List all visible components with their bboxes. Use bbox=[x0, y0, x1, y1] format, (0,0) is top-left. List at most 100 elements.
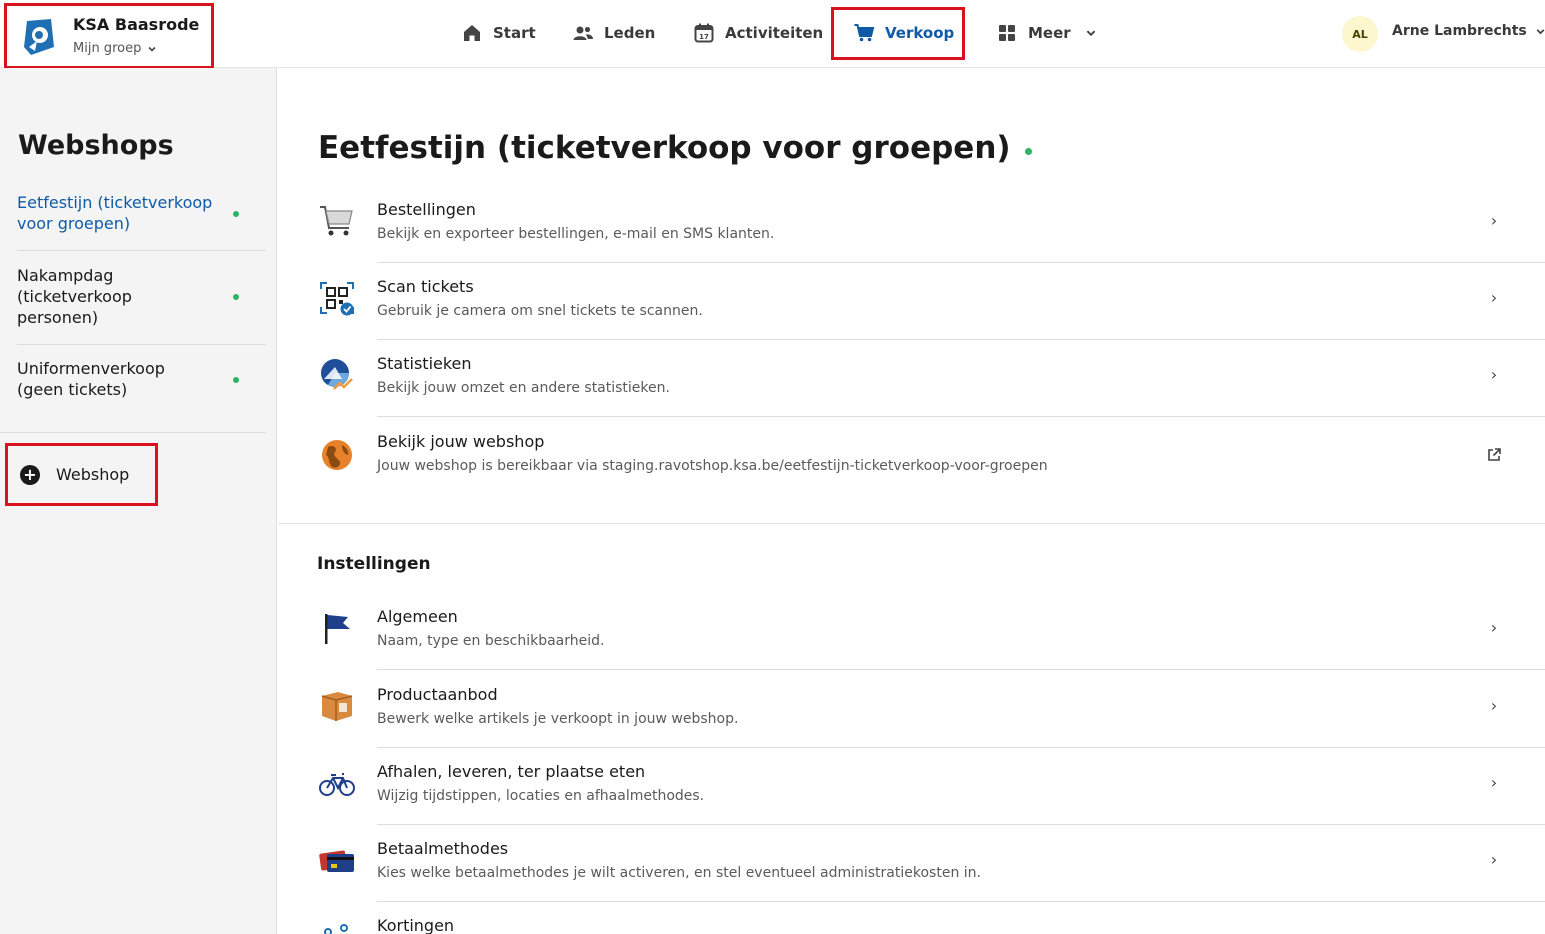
sidebar-item-label: Uniformenverkoop (geen tickets) bbox=[17, 359, 165, 399]
sidebar-item-uniformenverkoop[interactable]: Uniformenverkoop (geen tickets) bbox=[17, 358, 266, 400]
org-switcher[interactable]: KSA Baasrode Mijn groep bbox=[4, 3, 214, 69]
sidebar: Webshops Eetfestijn (ticketverkoop voor … bbox=[0, 68, 277, 934]
main-content: Eetfestijn (ticketverkoop voor groepen) … bbox=[278, 68, 1545, 934]
org-name: KSA Baasrode bbox=[73, 15, 200, 34]
row-statistieken[interactable]: Statistieken Bekijk jouw omzet en andere… bbox=[318, 340, 1545, 417]
divider bbox=[377, 669, 1545, 670]
org-group-selector[interactable]: Mijn groep bbox=[73, 41, 157, 56]
bicycle-icon bbox=[319, 773, 355, 796]
status-dot bbox=[233, 294, 239, 300]
credit-card-icon bbox=[319, 850, 354, 872]
nav-meer[interactable]: Meer bbox=[996, 21, 1097, 45]
row-title: Kortingen bbox=[377, 916, 455, 934]
user-name: Arne Lambrechts bbox=[1392, 23, 1527, 39]
row-bekijk-webshop[interactable]: Bekijk jouw webshop Jouw webshop is bere… bbox=[318, 417, 1545, 495]
row-title: Scan tickets bbox=[377, 277, 474, 296]
user-menu[interactable]: Arne Lambrechts bbox=[1392, 23, 1545, 39]
row-text: Bestellingen Bekijk en exporteer bestell… bbox=[377, 199, 1497, 245]
row-text: Scan tickets Gebruik je camera om snel t… bbox=[377, 276, 1497, 322]
discount-icon bbox=[324, 924, 348, 934]
cart-icon bbox=[854, 24, 875, 42]
plus-circle-icon: + bbox=[20, 464, 40, 485]
row-betaalmethodes[interactable]: Betaalmethodes Kies welke betaalmethodes… bbox=[318, 825, 1545, 902]
nav-verkoop-label: Verkoop bbox=[885, 24, 955, 42]
sidebar-title: Webshops bbox=[18, 130, 174, 161]
row-title: Bekijk jouw webshop bbox=[377, 432, 545, 451]
chevron-down-icon bbox=[148, 46, 156, 52]
chevron-right-icon: › bbox=[1490, 365, 1498, 384]
row-kortingen[interactable]: Kortingen bbox=[318, 902, 1545, 934]
page-title-text: Eetfestijn (ticketverkoop voor groepen) bbox=[318, 130, 1011, 166]
sidebar-item-label: Eetfestijn (ticketverkoop voor groepen) bbox=[17, 193, 213, 233]
nav-verkoop[interactable]: Verkoop bbox=[853, 21, 954, 45]
row-title: Afhalen, leveren, ter plaatse eten bbox=[377, 762, 646, 781]
row-description: Jouw webshop is bereikbaar via staging.r… bbox=[377, 458, 1048, 474]
section-title-instellingen: Instellingen bbox=[317, 554, 431, 574]
divider bbox=[17, 250, 266, 251]
page-title: Eetfestijn (ticketverkoop voor groepen) bbox=[318, 130, 1032, 166]
row-productaanbod[interactable]: Productaanbod Bewerk welke artikels je v… bbox=[318, 671, 1545, 748]
ksa-logo-icon bbox=[24, 19, 54, 55]
row-text: Statistieken Bekijk jouw omzet en andere… bbox=[377, 353, 1497, 399]
row-afhalen-leveren[interactable]: Afhalen, leveren, ter plaatse eten Wijzi… bbox=[318, 748, 1545, 825]
row-text: Betaalmethodes Kies welke betaalmethodes… bbox=[377, 838, 1497, 884]
status-dot bbox=[233, 377, 239, 383]
row-title: Statistieken bbox=[377, 354, 472, 373]
row-description: Gebruik je camera om snel tickets te sca… bbox=[377, 303, 703, 319]
nav-activiteiten[interactable]: 17 Activiteiten bbox=[693, 21, 823, 45]
sidebar-item-nakampdag[interactable]: Nakampdag (ticketverkoop personen) bbox=[17, 265, 266, 328]
calendar-icon: 17 bbox=[694, 23, 714, 43]
row-title: Algemeen bbox=[377, 607, 458, 626]
users-icon bbox=[573, 26, 593, 40]
chevron-right-icon: › bbox=[1490, 211, 1498, 230]
sidebar-item-eetfestijn[interactable]: Eetfestijn (ticketverkoop voor groepen) bbox=[17, 192, 266, 234]
nav-activiteiten-label: Activiteiten bbox=[725, 24, 824, 42]
globe-icon bbox=[322, 440, 352, 470]
chevron-right-icon: › bbox=[1490, 850, 1498, 869]
row-text: Afhalen, leveren, ter plaatse eten Wijzi… bbox=[377, 761, 1497, 807]
row-bestellingen[interactable]: Bestellingen Bekijk en exporteer bestell… bbox=[318, 186, 1545, 263]
status-dot bbox=[233, 211, 239, 217]
row-title: Productaanbod bbox=[377, 685, 498, 704]
nav-start-label: Start bbox=[493, 24, 536, 42]
row-algemeen[interactable]: Algemeen Naam, type en beschikbaarheid. … bbox=[318, 593, 1545, 670]
divider bbox=[0, 432, 266, 433]
row-description: Naam, type en beschikbaarheid. bbox=[377, 633, 605, 649]
qr-scan-icon bbox=[320, 282, 354, 316]
nav-meer-label: Meer bbox=[1028, 24, 1071, 42]
flag-icon bbox=[325, 614, 350, 644]
package-icon bbox=[321, 692, 353, 721]
row-title: Bestellingen bbox=[377, 200, 476, 219]
chevron-right-icon: › bbox=[1490, 288, 1498, 307]
row-text: Productaanbod Bewerk welke artikels je v… bbox=[377, 684, 1497, 730]
status-dot bbox=[1024, 147, 1032, 155]
divider bbox=[17, 344, 266, 345]
chevron-right-icon: › bbox=[1490, 696, 1498, 715]
user-avatar[interactable]: AL bbox=[1342, 16, 1378, 52]
org-group-label: Mijn groep bbox=[73, 41, 142, 56]
chevron-right-icon: › bbox=[1490, 773, 1498, 792]
section-divider bbox=[278, 523, 1545, 524]
top-bar: KSA Baasrode Mijn groep Start Leden 17 A… bbox=[0, 0, 1545, 69]
external-link-icon bbox=[1488, 448, 1501, 461]
nav-start[interactable]: Start bbox=[461, 21, 536, 45]
row-text: Algemeen Naam, type en beschikbaarheid. bbox=[377, 606, 1497, 652]
statistics-icon bbox=[321, 359, 353, 390]
chevron-down-icon bbox=[1086, 30, 1095, 37]
row-description: Bekijk en exporteer bestellingen, e-mail… bbox=[377, 226, 775, 242]
row-text: Bekijk jouw webshop Jouw webshop is bere… bbox=[377, 431, 1497, 477]
row-description: Wijzig tijdstippen, locaties en afhaalme… bbox=[377, 788, 705, 804]
grid-icon bbox=[999, 25, 1015, 41]
row-description: Kies welke betaalmethodes je wilt active… bbox=[377, 865, 981, 881]
row-description: Bewerk welke artikels je verkoopt in jou… bbox=[377, 711, 739, 727]
home-icon bbox=[464, 25, 480, 41]
row-scan-tickets[interactable]: Scan tickets Gebruik je camera om snel t… bbox=[318, 263, 1545, 340]
nav-leden[interactable]: Leden bbox=[572, 21, 655, 45]
row-title: Betaalmethodes bbox=[377, 839, 509, 858]
nav-leden-label: Leden bbox=[604, 24, 656, 42]
chevron-down-icon bbox=[1536, 28, 1545, 34]
chevron-right-icon: › bbox=[1490, 618, 1498, 637]
sidebar-item-label: Nakampdag (ticketverkoop personen) bbox=[17, 266, 132, 327]
add-webshop-button[interactable]: + Webshop bbox=[5, 443, 158, 506]
row-text: Kortingen bbox=[377, 915, 1497, 934]
